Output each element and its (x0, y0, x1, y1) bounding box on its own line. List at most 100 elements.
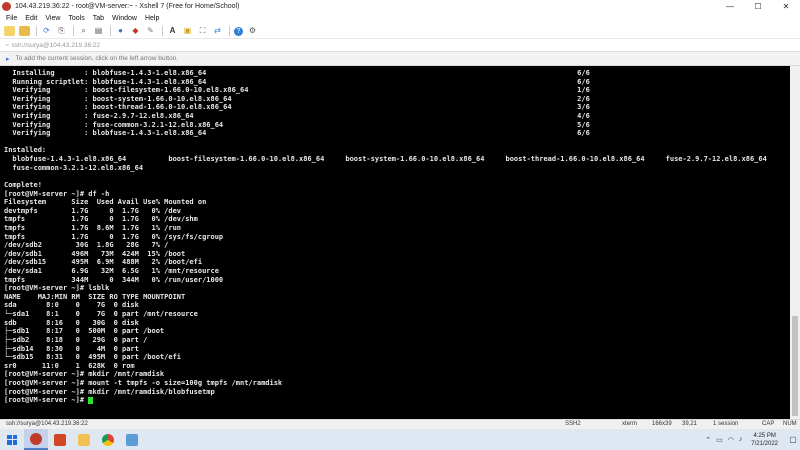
clock[interactable]: 4:25 PM 7/21/2022 (751, 432, 778, 448)
clock-date: 7/21/2022 (751, 440, 778, 447)
wifi-icon[interactable]: ◠ (728, 436, 734, 444)
notepad-app-icon (126, 433, 138, 446)
lock-icon[interactable]: ▣ (182, 26, 193, 36)
menu-bar: File Edit View Tools Tab Window Help (0, 12, 800, 24)
terminal-line: Verifying : boost-system-1.66.0-10.el8.x… (4, 94, 590, 103)
terminal-output[interactable]: Installing : blobfuse-1.4.3-1.el8.x86_64… (0, 66, 790, 419)
status-num: NUM (783, 421, 797, 427)
terminal-line: [root@VM-server ~]# mkdir /mnt/ramdisk/b… (4, 387, 215, 396)
address-text: ssh://surya@104.43.219.36:22 (11, 41, 101, 49)
terminal-line: sda 8:0 0 7G 0 disk (4, 301, 139, 310)
find-icon[interactable]: ⌕ (78, 26, 89, 36)
terminal-line: fuse-common-3.2.1-12.el8.x86_64 (4, 163, 144, 172)
fullscreen-icon[interactable]: ⛶ (197, 26, 208, 36)
terminal-line: [root@VM-server ~]# df -h (4, 189, 110, 198)
menu-tab[interactable]: Tab (93, 15, 104, 22)
terminal-scrollbar[interactable] (790, 66, 800, 419)
status-sessions: 1 session (713, 421, 739, 427)
toolbar-separator (162, 26, 163, 36)
notification-icon[interactable]: ▢ (786, 429, 800, 450)
taskbar: ⌃ ▭ ◠ ♪ 4:25 PM 7/21/2022 ▢ (0, 429, 800, 450)
copy-icon[interactable]: ⎘ (56, 26, 67, 36)
powerpoint-app-icon (54, 433, 66, 446)
taskbar-app-notepad[interactable] (120, 429, 144, 450)
volume-icon[interactable]: ♪ (739, 436, 743, 443)
file-explorer-app-icon (78, 433, 90, 446)
taskbar-app-chrome[interactable] (96, 429, 120, 450)
print-icon[interactable]: ▤ (93, 26, 104, 36)
scrollbar-thumb[interactable] (792, 316, 798, 416)
address-icon: ▫ (6, 41, 9, 49)
menu-window[interactable]: Window (112, 15, 137, 22)
hint-bar: ▸ To add the current session, click on t… (0, 52, 800, 66)
terminal-line: blobfuse-1.4.3-1.el8.x86_64 boost-filesy… (4, 155, 767, 164)
terminal-line: tmpfs 344M 0 344M 0% /run/user/1000 (4, 275, 224, 284)
terminal-line: Verifying : fuse-common-3.2.1-12.el8.x86… (4, 120, 590, 129)
menu-edit[interactable]: Edit (25, 15, 37, 22)
xshell-app-icon (30, 432, 42, 445)
start-button[interactable] (0, 429, 24, 450)
windows-logo-icon (7, 434, 17, 445)
reconnect-icon[interactable]: ⟳ (41, 26, 52, 36)
close-button[interactable]: ✕ (772, 0, 800, 12)
toolbar-separator (36, 26, 37, 36)
status-caps: CAP (762, 421, 775, 427)
status-bar: ssh://surya@104.43.219.36:22 SSH2 xterm … (0, 419, 800, 429)
settings-icon[interactable]: ⚙ (247, 26, 258, 36)
menu-view[interactable]: View (45, 15, 60, 22)
font-icon[interactable]: A (167, 26, 178, 36)
status-cursor: 39,21 (682, 421, 698, 427)
taskbar-app-file-explorer[interactable] (72, 429, 96, 450)
status-address: ssh://surya@104.43.219.36:22 (6, 421, 88, 427)
status-terminal-type: xterm (622, 421, 637, 427)
xshell-logo-icon (2, 1, 11, 11)
address-bar[interactable]: ▫ ssh://surya@104.43.219.36:22 (0, 39, 800, 52)
globe-icon[interactable]: ● (115, 26, 126, 36)
menu-help[interactable]: Help (145, 15, 159, 22)
color-icon[interactable]: ◆ (130, 26, 141, 36)
maximize-button[interactable]: ☐ (744, 0, 772, 12)
terminal-line: Installing : blobfuse-1.4.3-1.el8.x86_64… (4, 69, 590, 77)
arrow-left-icon[interactable]: ▸ (6, 55, 10, 63)
taskbar-app-xshell[interactable] (24, 429, 48, 450)
toolbar-separator (73, 26, 74, 36)
chevron-up-icon[interactable]: ⌃ (705, 436, 711, 444)
taskbar-app-powerpoint[interactable] (48, 429, 72, 450)
new-session-icon[interactable] (4, 26, 15, 36)
toolbar-separator (110, 26, 111, 36)
terminal-line: Installed: (4, 146, 47, 155)
transfer-icon[interactable]: ⇄ (212, 26, 223, 36)
terminal-line: Verifying : boost-filesystem-1.66.0-10.e… (4, 86, 590, 95)
network-icon[interactable]: ▭ (716, 436, 723, 444)
terminal-line: [root@VM-server ~]# lsblk (4, 284, 110, 293)
menu-tools[interactable]: Tools (68, 15, 84, 22)
terminal-line: Verifying : blobfuse-1.4.3-1.el8.x86_64 … (4, 129, 590, 138)
terminal-line: Running scriptlet: blobfuse-1.4.3-1.el8.… (4, 77, 590, 86)
terminal-line: [root@VM-server ~]# mount -t tmpfs -o si… (4, 378, 283, 387)
toolbar: ⟳ ⎘ ⌕ ▤ ● ◆ ✎ A ▣ ⛶ ⇄ ? ⚙ (0, 24, 800, 39)
script-icon[interactable]: ✎ (145, 26, 156, 36)
terminal-line: tmpfs 1.7G 0 1.7G 0% /dev/shm (4, 215, 198, 224)
status-size: 166x39 (652, 421, 672, 427)
terminal-line: Verifying : boost-thread-1.66.0-10.el8.x… (4, 103, 590, 112)
status-protocol: SSH2 (565, 421, 581, 427)
clock-time: 4:25 PM (753, 432, 776, 439)
terminal-line: [root@VM-server ~]# mkdir /mnt/ramdisk (4, 370, 165, 379)
terminal-line: sdb 8:16 0 30G 0 disk (4, 318, 139, 327)
minimize-button[interactable]: — (716, 0, 744, 12)
toolbar-separator (229, 26, 230, 36)
terminal-line: tmpfs 1.7G 8.6M 1.7G 1% /run (4, 223, 182, 232)
chrome-app-icon (102, 433, 114, 446)
terminal-line: /dev/sda1 6.9G 32M 6.5G 1% /mnt/resource (4, 267, 219, 276)
window-controls: — ☐ ✕ (716, 0, 800, 12)
open-folder-icon[interactable] (19, 26, 30, 36)
terminal-line: ├─sdb14 8:30 0 4M 0 part (4, 344, 139, 353)
help-icon[interactable]: ? (234, 26, 243, 36)
menu-file[interactable]: File (6, 15, 17, 22)
terminal-line: Complete! (4, 180, 42, 189)
terminal-line: ├─sdb2 8:18 0 29G 0 part / (4, 335, 148, 344)
terminal-line: └─sdb15 8:31 0 495M 0 part /boot/efi (4, 353, 182, 362)
terminal-line: /dev/sdb15 495M 6.9M 488M 2% /boot/efi (4, 258, 203, 267)
terminal-line: tmpfs 1.7G 0 1.7G 0% /sys/fs/cgroup (4, 232, 224, 241)
terminal-line: ├─sdb1 8:17 0 500M 0 part /boot (4, 327, 165, 336)
